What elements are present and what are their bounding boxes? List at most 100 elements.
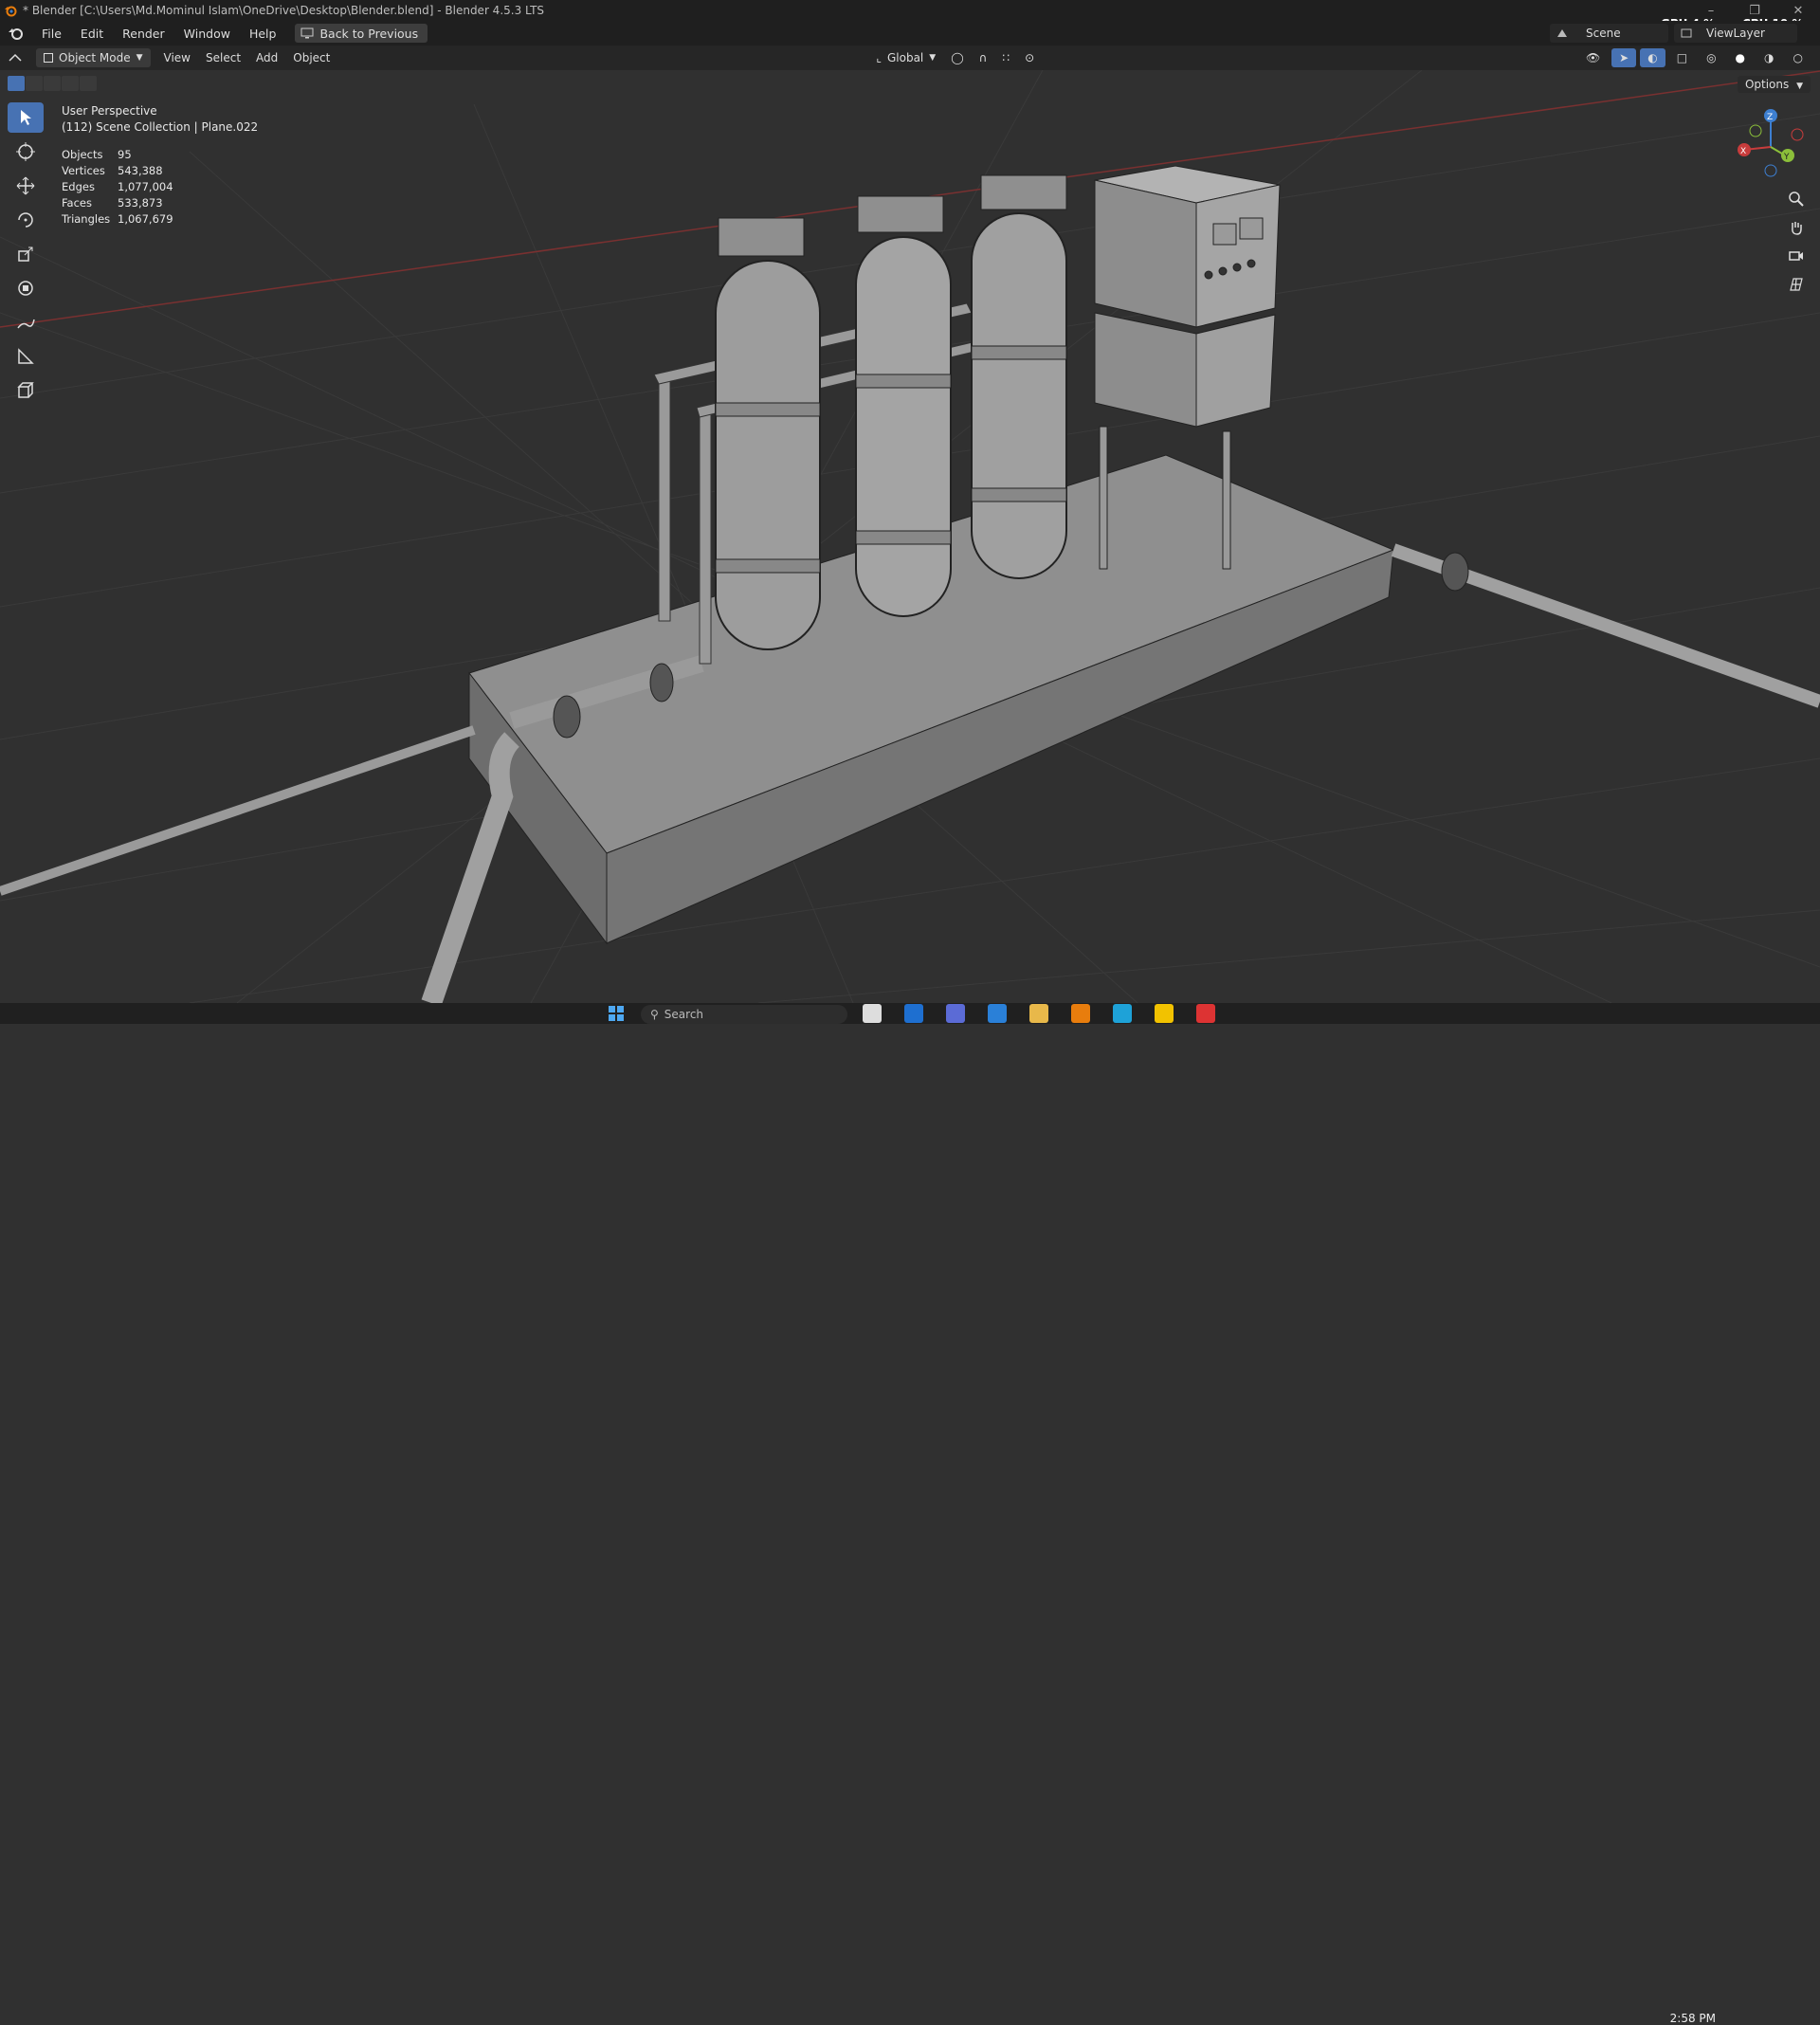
menu-file[interactable]: File	[32, 27, 71, 41]
scene-name: Scene	[1586, 27, 1621, 40]
menu-window[interactable]: Window	[174, 27, 240, 41]
view-layer-field[interactable]: ViewLayer	[1674, 24, 1797, 43]
snap-target-button[interactable]: ∷	[994, 48, 1017, 67]
camera-view-icon[interactable]	[1782, 242, 1811, 270]
snap-toggle-button[interactable]: ∩	[972, 48, 995, 67]
measure-tool[interactable]	[8, 341, 44, 372]
ortho-grid-icon[interactable]	[1782, 270, 1811, 299]
viewport-canvas[interactable]: Z X Y	[0, 70, 1820, 1003]
snap-grid-icon: ∷	[1002, 51, 1010, 64]
overlays-toggle-icon[interactable]: ◐	[1640, 48, 1665, 67]
taskbar-apps	[863, 1004, 1238, 1023]
scene-field[interactable]: Scene	[1550, 24, 1668, 43]
select-invert-icon[interactable]	[62, 76, 79, 91]
pivot-point-button[interactable]: ◯	[943, 48, 971, 67]
move-tool[interactable]	[8, 171, 44, 201]
filter-tank-middle	[855, 195, 952, 617]
notes-icon[interactable]	[1155, 1004, 1174, 1023]
blender-menu-icon[interactable]	[8, 25, 25, 42]
top-menu-bar: File Edit Render Window Help Back to Pre…	[0, 21, 1820, 46]
menu-render[interactable]: Render	[113, 27, 174, 41]
mode-dropdown[interactable]: Object Mode ▼	[36, 48, 151, 67]
copilot-icon[interactable]	[946, 1004, 965, 1023]
windows-start-icon[interactable]	[607, 1004, 626, 1023]
view-layer-name: ViewLayer	[1706, 27, 1765, 40]
filter-tank-left	[715, 217, 821, 650]
menu-edit[interactable]: Edit	[71, 27, 113, 41]
transform-icon	[18, 281, 33, 296]
rendered-shading-icon[interactable]: ○	[1786, 48, 1811, 67]
menu-select[interactable]: Select	[198, 48, 248, 67]
title-bar: * Blender [C:\Users\Md.Mominul Islam\One…	[0, 0, 1820, 21]
gizmo-toggle-icon[interactable]: ➤	[1611, 48, 1637, 67]
select-new-icon[interactable]	[8, 76, 25, 91]
view-perspective-label: User Perspective	[62, 104, 157, 118]
browser-icon[interactable]	[1113, 1004, 1132, 1023]
task-view-icon[interactable]	[863, 1004, 882, 1023]
x-axis-label: X	[1740, 147, 1746, 156]
back-to-previous-button[interactable]: Back to Previous	[295, 24, 428, 43]
selection-mode-buttons	[8, 76, 98, 91]
rotate-tool[interactable]	[8, 205, 44, 235]
xray-toggle-icon[interactable]: □	[1669, 48, 1695, 67]
select-subtract-icon[interactable]	[44, 76, 61, 91]
select-box-tool[interactable]	[8, 102, 44, 133]
cursor-tool[interactable]	[8, 137, 44, 167]
transform-orientation-dropdown[interactable]: ⌞ Global ▼	[868, 48, 943, 67]
blender-logo-icon	[5, 6, 17, 17]
stat-value: 533,873	[118, 196, 163, 210]
transform-orientation-label: Global	[886, 51, 924, 64]
add-cube-tool[interactable]	[8, 375, 44, 406]
proportional-edit-button[interactable]: ⊙	[1017, 48, 1042, 67]
stat-row: Vertices 543,388	[62, 163, 173, 179]
select-intersect-icon[interactable]	[80, 76, 97, 91]
app-icon[interactable]	[1196, 1004, 1215, 1023]
menu-add[interactable]: Add	[248, 48, 285, 67]
menu-view[interactable]: View	[156, 48, 198, 67]
taskbar-search[interactable]: ⚲ Search	[641, 1005, 847, 1024]
stat-row: Edges 1,077,004	[62, 179, 173, 195]
edge-icon[interactable]	[904, 1004, 923, 1023]
screen-icon	[300, 27, 314, 39]
editor-type-button[interactable]	[0, 48, 30, 67]
annotate-tool[interactable]	[8, 307, 44, 338]
material-shading-icon[interactable]: ◑	[1756, 48, 1781, 67]
visibility-icon[interactable]: 👁	[1578, 48, 1608, 67]
stat-row: Objects 95	[62, 147, 173, 163]
menu-help[interactable]: Help	[240, 27, 286, 41]
stat-value: 1,077,004	[118, 180, 173, 193]
stat-row: Faces 533,873	[62, 195, 173, 211]
pan-hand-icon[interactable]	[1782, 213, 1811, 242]
store-icon[interactable]	[988, 1004, 1007, 1023]
viewport-info: User Perspective (112) Scene Collection …	[62, 103, 258, 136]
transform-tool[interactable]	[8, 273, 44, 303]
proportional-icon: ⊙	[1025, 51, 1035, 64]
select-extend-icon[interactable]	[26, 76, 43, 91]
file-explorer-icon[interactable]	[1029, 1004, 1048, 1023]
axes-icon: ⌞	[876, 51, 882, 64]
move-icon	[16, 176, 35, 195]
scene-icon	[1557, 29, 1567, 37]
chevron-down-icon: ▼	[136, 53, 143, 63]
scale-icon	[18, 246, 33, 262]
mode-label: Object Mode	[59, 51, 131, 64]
stat-value: 1,067,679	[118, 212, 173, 226]
crosshair-icon	[16, 142, 35, 161]
y-axis-label: Y	[1783, 153, 1790, 162]
cursor-icon	[21, 110, 31, 125]
menu-object[interactable]: Object	[285, 48, 337, 67]
scene-statistics: Objects 95 Vertices 543,388 Edges 1,077,004…	[62, 147, 173, 228]
stat-label: Vertices	[62, 164, 105, 177]
stat-value: 95	[118, 148, 132, 161]
filter-tank-right	[971, 174, 1067, 579]
options-dropdown[interactable]: Options ▼	[1737, 76, 1811, 93]
tool-bar	[8, 102, 44, 410]
zoom-icon[interactable]	[1782, 185, 1811, 213]
wireframe-shading-icon[interactable]: ◎	[1699, 48, 1723, 67]
solid-shading-icon[interactable]: ●	[1728, 48, 1753, 67]
back-to-previous-label: Back to Previous	[319, 26, 419, 41]
search-placeholder: Search	[664, 1008, 704, 1021]
blender-taskbar-icon[interactable]	[1071, 1004, 1090, 1023]
scale-tool[interactable]	[8, 239, 44, 269]
cube-icon	[17, 382, 34, 398]
